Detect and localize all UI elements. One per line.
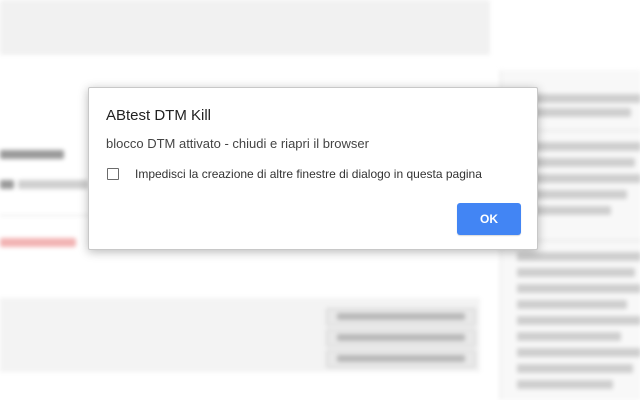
ok-button[interactable]: OK (457, 203, 521, 235)
dialog-title: ABtest DTM Kill (106, 107, 212, 124)
alert-dialog: ABtest DTM Kill blocco DTM attivato - ch… (88, 87, 538, 250)
suppress-dialogs-checkbox[interactable] (107, 168, 119, 180)
dialog-message: blocco DTM attivato - chiudi e riapri il… (106, 136, 369, 151)
browser-page: ABtest DTM Kill blocco DTM attivato - ch… (0, 0, 640, 400)
suppress-dialogs-label[interactable]: Impedisci la creazione di altre finestre… (135, 167, 482, 181)
background-header (0, 0, 490, 55)
suppress-dialogs-option[interactable]: Impedisci la creazione di altre finestre… (107, 167, 482, 181)
